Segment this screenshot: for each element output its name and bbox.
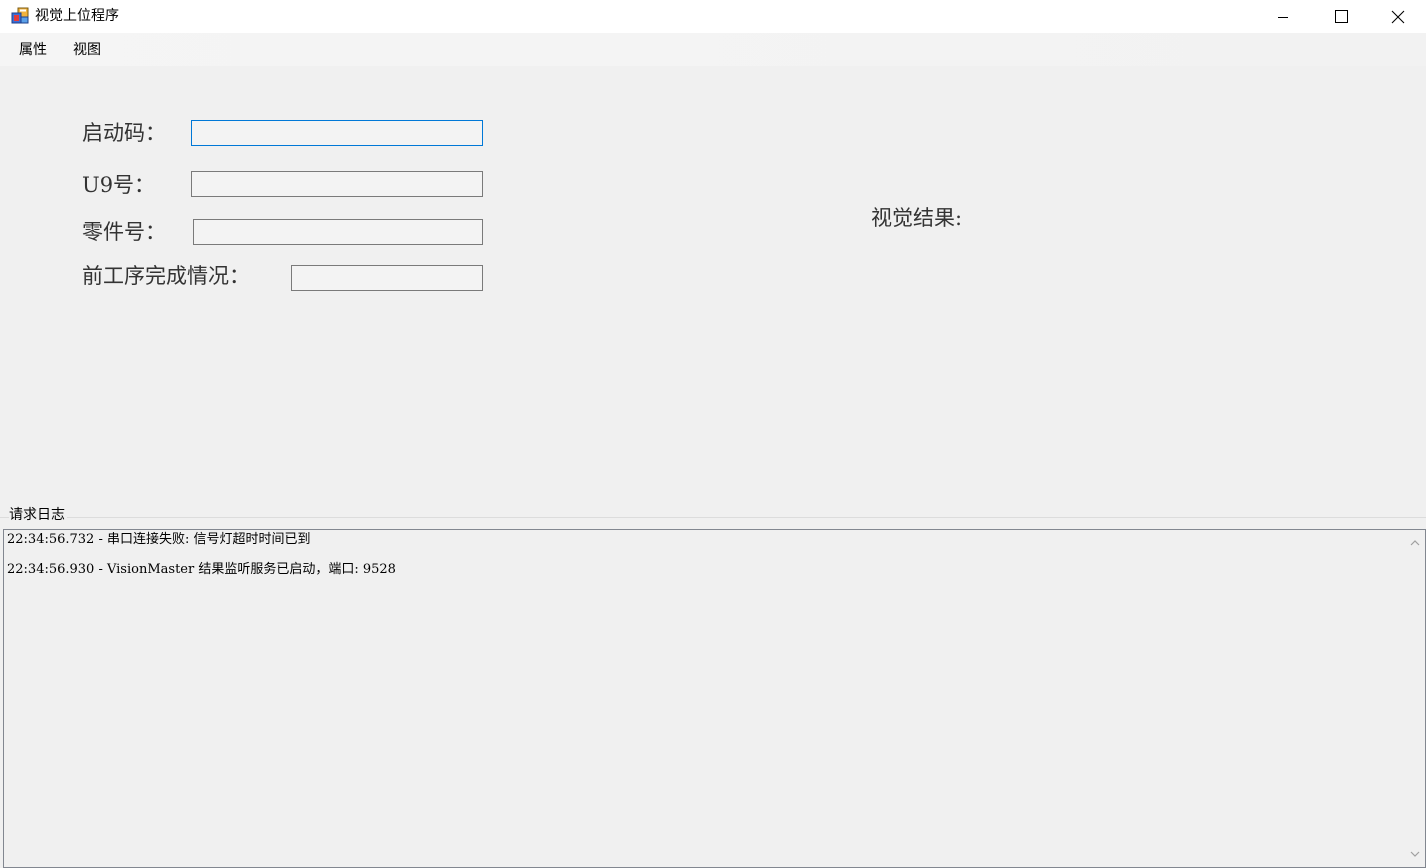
minimize-icon (1278, 16, 1288, 18)
maximize-icon (1334, 10, 1348, 23)
log-line: 22:34:56.930 - VisionMaster 结果监听服务已启动，端口… (7, 562, 396, 577)
log-group-border (0, 517, 1426, 518)
log-list[interactable]: 22:34:56.732 - 串口连接失败: 信号灯超时时间已到 22:34:5… (3, 529, 1426, 868)
menu-item-view[interactable]: 视图 (73, 41, 101, 59)
prev-process-label: 前工序完成情况： (82, 264, 250, 288)
u9-input[interactable] (191, 171, 483, 197)
close-icon (1391, 10, 1405, 23)
menu-bar: 属性 视图 (0, 33, 1426, 66)
u9-label: U9号： (82, 173, 156, 197)
maximize-button[interactable] (1312, 0, 1370, 33)
part-number-input[interactable] (193, 219, 483, 245)
app-icon (11, 7, 29, 24)
part-number-label: 零件号： (82, 220, 166, 244)
log-group-title: 请求日志 (9, 506, 67, 524)
window-title: 视觉上位程序 (35, 8, 119, 24)
close-button[interactable] (1370, 0, 1426, 33)
start-code-label: 启动码： (82, 121, 166, 145)
vision-result-label: 视觉结果: (871, 206, 963, 230)
log-scrollbar[interactable] (1405, 530, 1425, 867)
prev-process-input[interactable] (291, 265, 483, 291)
main-window: 视觉上位程序 属性 视图 启动码： U9号： 零件号： 前工序完成情况： 视觉结 (0, 0, 1426, 868)
chevron-up-icon[interactable] (1409, 537, 1421, 549)
chevron-down-icon[interactable] (1409, 848, 1421, 860)
minimize-button[interactable] (1254, 0, 1312, 33)
title-bar[interactable]: 视觉上位程序 (0, 0, 1426, 33)
log-line: 22:34:56.732 - 串口连接失败: 信号灯超时时间已到 (7, 532, 311, 547)
menu-item-properties[interactable]: 属性 (19, 41, 47, 59)
start-code-input[interactable] (191, 120, 483, 146)
